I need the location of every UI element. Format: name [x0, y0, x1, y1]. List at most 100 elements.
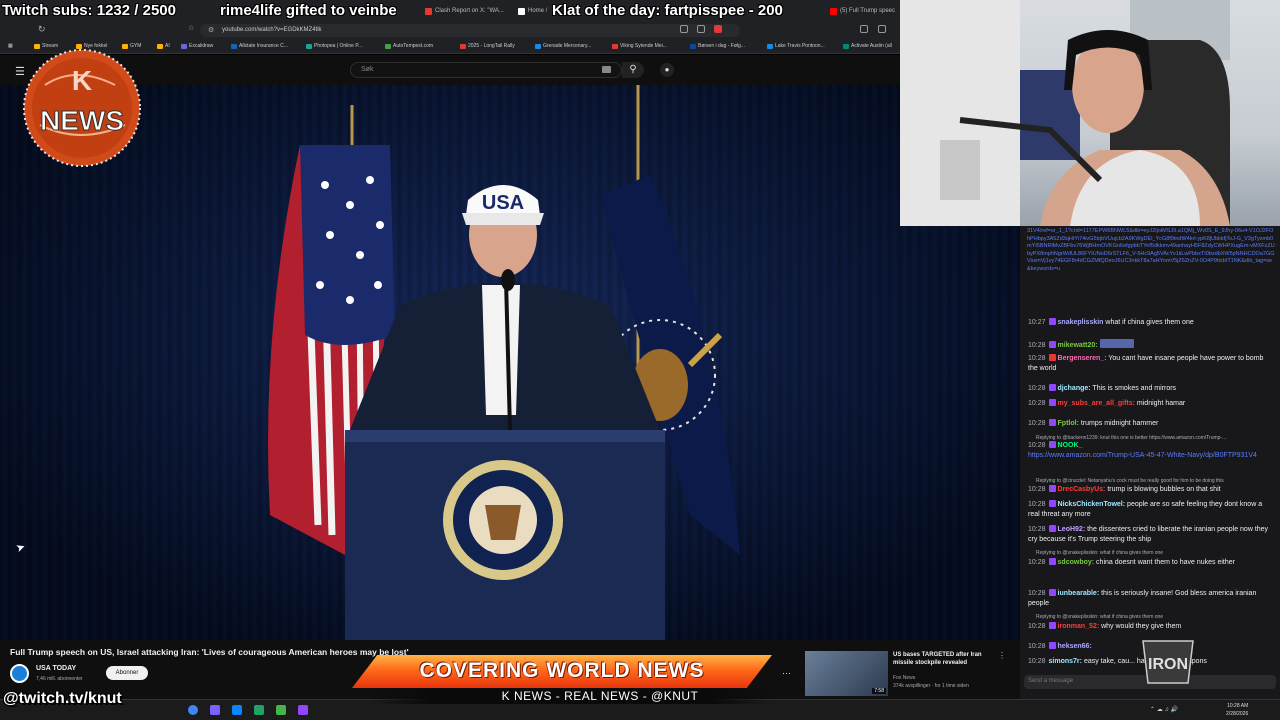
viking-icon [612, 43, 618, 49]
chat-username[interactable]: Bergenseren_: [1058, 355, 1107, 362]
clock-time: 10:28 AM [1227, 703, 1249, 709]
chat-username[interactable]: my_subs_are_all_gifts: [1058, 400, 1135, 407]
system-tray[interactable]: ⌃ ☁ ♫ 🔊 [1150, 706, 1178, 713]
system-clock[interactable]: 10:28 AM 2/28/2026 [1226, 702, 1248, 718]
chat-message: 10:28 mikewatt20: [1028, 339, 1274, 351]
chat-username[interactable]: Fptlol: [1058, 420, 1079, 427]
chat-text: why would they give them [1101, 623, 1182, 630]
bookmark-item[interactable]: AI [157, 43, 170, 49]
chat-message: 10:28 djchange: This is smokes and mirror… [1028, 384, 1274, 394]
bookmark-item[interactable]: Børsen i dag - Følg... [690, 43, 745, 49]
heart-badge-icon [1048, 354, 1056, 361]
chat-link-message[interactable]: 31V4/ref=sr_1_1?crid=1177EPW6BNWL5&dib=e… [1027, 228, 1275, 273]
webcam-image [900, 0, 1230, 226]
logo-text: NEWS [40, 105, 124, 136]
bookmark-item[interactable]: Activate Austin (all [843, 43, 892, 49]
channel-subscribers: 7,46 mill. abonnenter [36, 676, 83, 682]
browser-toolbar: ← ↻ ☆ ⚙ youtube.com/watch?v=EGDkKMZ4tlk [0, 22, 900, 56]
rally-icon [460, 43, 466, 49]
keyboard-icon[interactable] [602, 66, 611, 73]
chat-username[interactable]: iunbearable: [1058, 590, 1100, 597]
chat-username[interactable]: simons7r: [1049, 658, 1082, 665]
bookmark-item[interactable]: Excalidraw [181, 43, 213, 49]
stream-ticker: Twitch subs: 1232 / 2500 rime4life gifte… [0, 0, 900, 22]
subscribe-button[interactable]: Abonner [106, 666, 148, 680]
channel-avatar[interactable] [10, 664, 29, 683]
related-video-duration: 7:58 [872, 688, 886, 694]
bookmark-item[interactable]: Allstate Insurance C... [231, 43, 288, 49]
bookmark-item[interactable]: Grenade Mercenary... [535, 43, 591, 49]
bookmark-label: Børsen i dag - Følg... [698, 43, 745, 49]
related-video-title[interactable]: US bases TARGETED after Iran missile sto… [893, 651, 993, 667]
bookmark-label: AI [165, 43, 170, 49]
chat-username[interactable]: NicksChickenTowel: [1058, 501, 1126, 508]
video-title: Full Trump speech on US, Israel attackin… [10, 647, 409, 657]
apps-grid-icon[interactable]: ▦ [8, 43, 13, 49]
bookmark-item[interactable]: Viking Sytende Mei... [612, 43, 667, 49]
borsen-icon [690, 43, 696, 49]
search-input[interactable]: Søk [350, 62, 622, 78]
ticker-klat: Klat of the day: fartpisspee - 200 [552, 2, 783, 19]
excel-icon[interactable] [254, 705, 264, 715]
chat-username[interactable]: snakeplisskin [1058, 319, 1104, 326]
sub-badge-icon [1048, 525, 1056, 532]
chat-text: trump is blowing bubbles on that shit [1107, 486, 1221, 493]
video-player[interactable]: USA ➤ [0, 85, 1020, 640]
profile-icon[interactable] [860, 25, 868, 33]
twitch-icon[interactable] [298, 705, 308, 715]
chat-timestamp: 10:28 [1028, 355, 1046, 362]
sub-badge-icon [1048, 341, 1056, 348]
bookmark-label: Activate Austin (all [851, 43, 892, 49]
allstate-icon [231, 43, 237, 49]
chat-text: what if china gives them one [1105, 319, 1194, 326]
discord-icon[interactable] [210, 705, 220, 715]
extension-icon[interactable] [714, 25, 722, 33]
chat-timestamp: 10:27 [1028, 319, 1046, 326]
news-banner-text: COVERING WORLD NEWS [419, 659, 705, 682]
related-more-icon[interactable]: ⋮ [998, 651, 1006, 660]
chat-username[interactable]: mikewatt20: [1058, 342, 1098, 349]
bookmark-item[interactable]: Photopea | Online P... [306, 43, 362, 49]
chat-text: midnight hamar [1136, 400, 1186, 407]
menu-icon[interactable] [878, 25, 886, 33]
folder-icon [157, 43, 163, 49]
bookmark-label: Grenade Mercenary... [543, 43, 592, 49]
chat-username[interactable]: DrecCasbyUs: [1058, 486, 1106, 493]
extension-icon[interactable] [697, 25, 705, 33]
chat-username[interactable]: heksen66: [1058, 643, 1092, 650]
search-button[interactable]: ⚲ [622, 62, 644, 78]
bookmark-star-icon[interactable]: ☆ [188, 24, 194, 32]
bookmark-item[interactable]: Lake Travis Pontoon... [767, 43, 825, 49]
chat-text: china doesnt want them to have nukes eit… [1096, 559, 1235, 566]
sub-badge-icon [1048, 399, 1056, 406]
microphone-icon[interactable]: ● [660, 63, 674, 77]
chat-username[interactable]: ironman_52: [1058, 623, 1100, 630]
chrome-icon[interactable] [188, 705, 198, 715]
iron-logo-text: IRON [1148, 656, 1188, 673]
chat-timestamp: 10:28 [1028, 501, 1046, 508]
chat-timestamp: 10:28 [1028, 658, 1046, 665]
app-icon[interactable] [276, 705, 286, 715]
channel-name[interactable]: USA TODAY [36, 665, 76, 672]
more-actions-icon[interactable]: ⋯ [782, 668, 791, 679]
chat-username[interactable]: sdcowboy: [1058, 559, 1095, 566]
bookmark-item[interactable]: 2025 - LongTail Rally [460, 43, 515, 49]
chat-link[interactable]: https://www.amazon.com/Trump-USA-45-47-W… [1028, 452, 1257, 459]
chat-text: trumps midnight hammer [1080, 420, 1159, 427]
chat-username[interactable]: djchange: [1058, 385, 1091, 392]
chat-timestamp: 10:28 [1028, 400, 1046, 407]
chat-timestamp: 10:28 [1028, 486, 1046, 493]
bookmark-label: 2025 - LongTail Rally [468, 43, 515, 49]
chat-timestamp: 10:28 [1028, 385, 1046, 392]
sub-badge-icon [1048, 558, 1056, 565]
chat-username[interactable]: LeoH92: [1058, 526, 1086, 533]
bookmark-label: Viking Sytende Mei... [620, 43, 667, 49]
bookmark-item[interactable]: AutoTempest.com [385, 43, 433, 49]
chat-username[interactable]: NOOK_ [1058, 442, 1083, 449]
edge-icon[interactable] [232, 705, 242, 715]
reload-icon[interactable]: ↻ [38, 24, 46, 35]
sub-badge-icon [1048, 622, 1056, 629]
address-bar[interactable]: ⚙ youtube.com/watch?v=EGDkKMZ4tlk [200, 24, 740, 37]
extension-icon[interactable] [680, 25, 688, 33]
podium [345, 430, 665, 640]
